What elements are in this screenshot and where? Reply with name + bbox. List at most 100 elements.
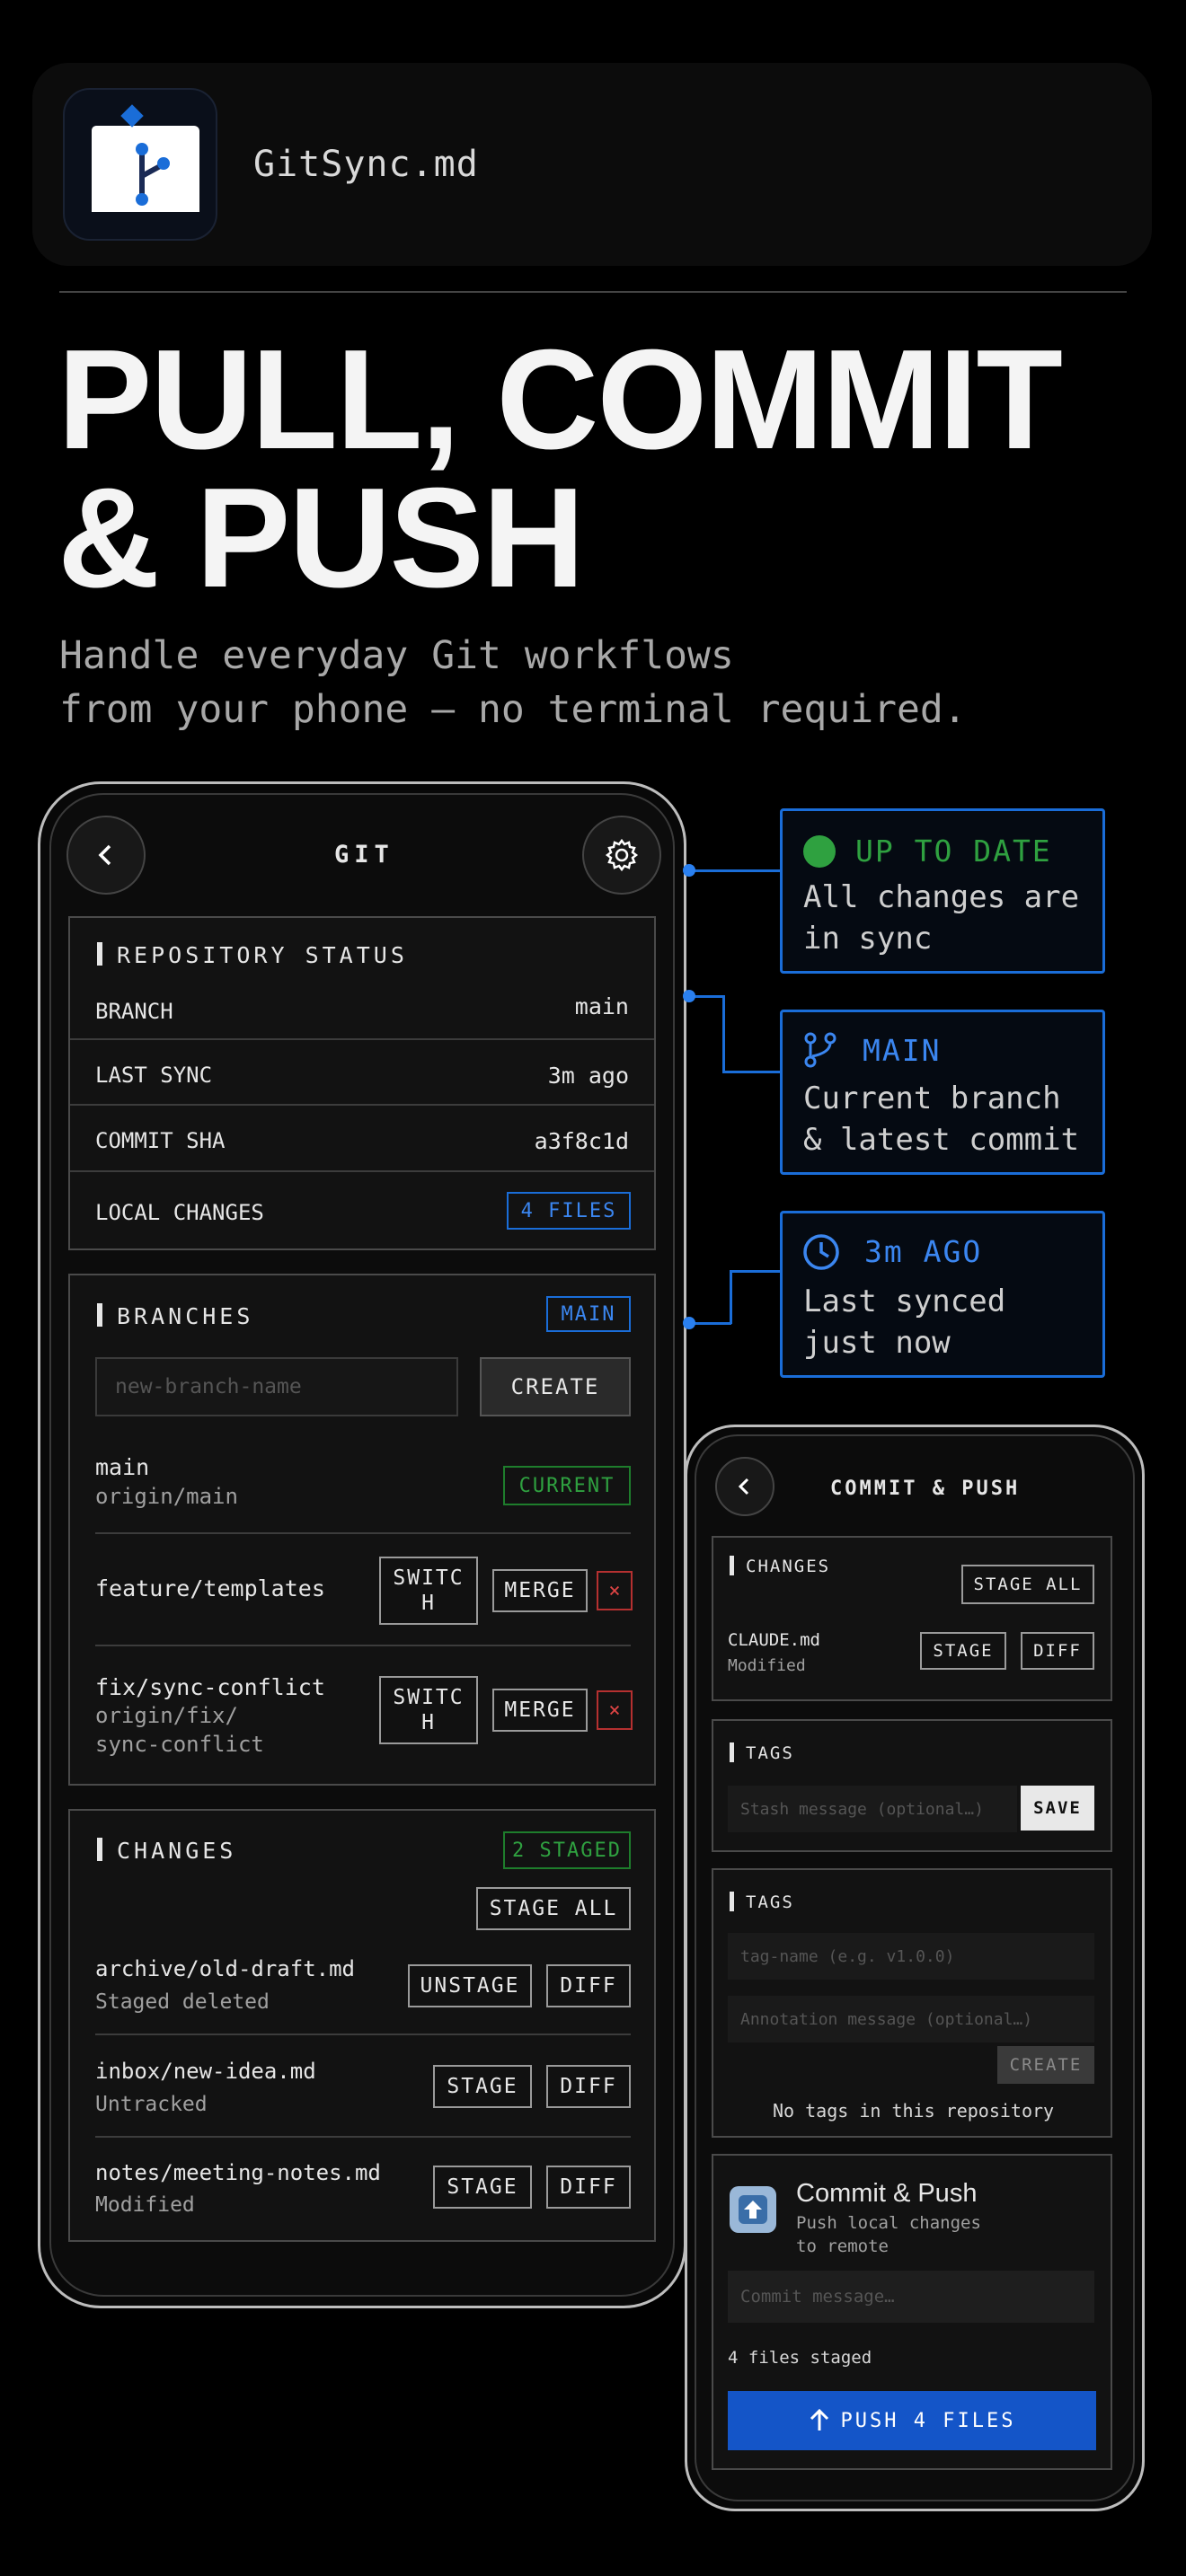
merge-branch-button[interactable]: MERGE (492, 1689, 588, 1732)
app-name: GitSync.md (253, 144, 479, 185)
settings-button[interactable] (582, 816, 661, 895)
status-value-last-sync: 3m ago (547, 1063, 629, 1089)
row-divider (95, 2136, 631, 2138)
file-status: Modified (95, 2193, 195, 2217)
connector-line (730, 1270, 732, 1324)
section-marker (97, 1303, 102, 1327)
row-divider (95, 1645, 631, 1646)
create-tag-button[interactable]: CREATE (997, 2046, 1094, 2084)
callout-body-line-2: just now (803, 1325, 951, 1361)
create-branch-button[interactable]: CREATE (480, 1357, 631, 1416)
delete-branch-button[interactable]: × (597, 1571, 633, 1610)
local-changes-badge: 4 FILES (507, 1192, 631, 1230)
stage-all-button[interactable]: STAGE ALL (961, 1565, 1094, 1604)
merge-branch-button[interactable]: MERGE (492, 1569, 588, 1612)
staged-count-badge: 2 STAGED (503, 1831, 631, 1869)
arrow-up-icon (810, 2409, 828, 2430)
headline-line-2: & PUSH (58, 459, 585, 617)
branch-name-fix-sync-conflict: fix/sync-conflict (95, 1674, 325, 1700)
push-button-label: PUSH 4 FILES (840, 2409, 1016, 2432)
switch-branch-button[interactable]: SWITC H (379, 1676, 478, 1744)
connector-line (722, 1071, 780, 1073)
headline-line-1: PULL, COMMIT (58, 321, 1063, 479)
stage-all-button[interactable]: STAGE ALL (476, 1887, 631, 1930)
row-divider (95, 1532, 631, 1534)
section-heading: BRANCHES (117, 1303, 254, 1329)
save-stash-button[interactable]: SAVE (1021, 1786, 1094, 1831)
subhead-line-1: Handle everyday Git workflows (59, 633, 734, 678)
section-heading: CHANGES (746, 1557, 831, 1576)
callout-body-line-2: & latest commit (803, 1122, 1080, 1158)
green-dot-icon (803, 835, 836, 868)
current-status-badge: CURRENT (503, 1466, 631, 1505)
section-heading: TAGS (746, 1743, 794, 1763)
diff-button[interactable]: DIFF (1021, 1632, 1094, 1670)
diff-button[interactable]: DIFF (546, 1964, 631, 2007)
callout-body: All changes are in sync (803, 877, 1100, 959)
unstage-button[interactable]: UNSTAGE (408, 1964, 532, 2007)
header-divider (59, 291, 1127, 293)
callout-body-line-2: in sync (803, 921, 933, 957)
file-status: Untracked (95, 2093, 208, 2116)
stage-button[interactable]: STAGE (920, 1632, 1006, 1670)
row-divider (70, 1170, 654, 1172)
status-label-branch: BRANCH (95, 999, 173, 1024)
file-status: Staged deleted (95, 1990, 270, 2014)
subheadline: Handle everyday Git workflows from your … (59, 629, 1137, 737)
row-divider (95, 2033, 631, 2035)
tag-name-input[interactable]: tag-name (e.g. v1.0.0) (728, 1933, 1094, 1980)
connector-dot (683, 864, 695, 877)
status-value-branch: main (574, 993, 629, 1019)
branch-icon (801, 1031, 839, 1072)
branch-remote-fix-line1: origin/fix/ (95, 1703, 238, 1728)
current-branch-badge: MAIN (546, 1296, 631, 1332)
callout-body-line-1: Last synced (803, 1284, 1006, 1319)
back-button[interactable] (66, 816, 146, 895)
callout-body: Current branch & latest commit (803, 1078, 1100, 1160)
connector-dot (683, 990, 695, 1002)
headline: PULL, COMMIT & PUSH (58, 321, 1154, 617)
switch-label-a: SWITC (393, 1566, 465, 1590)
switch-label-a: SWITC (393, 1686, 465, 1709)
connector-line (722, 995, 725, 1072)
callout-body-line-1: All changes are (803, 879, 1080, 915)
delete-branch-button[interactable]: × (597, 1690, 633, 1730)
commit-message-input[interactable]: Commit message… (728, 2271, 1094, 2323)
screen-title: COMMIT & PUSH (830, 1478, 1021, 1500)
stage-button[interactable]: STAGE (433, 2166, 532, 2209)
diff-button[interactable]: DIFF (546, 2166, 631, 2209)
branch-name-main: main (95, 1454, 150, 1480)
no-tags-message: No tags in this repository (773, 2100, 1055, 2122)
section-heading: TAGS (746, 1892, 794, 1912)
commit-push-title: Commit & Push (796, 2179, 978, 2208)
callout-title: 3m AGO (864, 1234, 983, 1269)
status-label-last-sync: LAST SYNC (95, 1063, 213, 1088)
section-heading: REPOSITORY STATUS (117, 942, 408, 968)
branch-name-feature-templates: feature/templates (95, 1575, 325, 1601)
row-divider (70, 1038, 654, 1040)
section-heading: CHANGES (117, 1838, 237, 1864)
section-marker (730, 1892, 734, 1911)
section-marker (730, 1556, 734, 1575)
connector-dot (683, 1317, 695, 1329)
connector-line (688, 869, 780, 872)
diff-button[interactable]: DIFF (546, 2065, 631, 2108)
callout-body: Last synced just now (803, 1281, 1100, 1363)
chevron-left-icon (738, 1478, 749, 1495)
section-marker (730, 1742, 734, 1762)
status-label-local-changes: LOCAL CHANGES (95, 1200, 264, 1225)
status-label-commit-sha: COMMIT SHA (95, 1128, 226, 1153)
callout-body-line-1: Current branch (803, 1081, 1061, 1116)
back-button[interactable] (715, 1457, 774, 1516)
new-branch-input[interactable]: new-branch-name (95, 1357, 458, 1416)
annotation-input[interactable]: Annotation message (optional…) (728, 1996, 1094, 2042)
file-name: notes/meeting-notes.md (95, 2160, 381, 2185)
stash-message-input[interactable]: Stash message (optional…) (728, 1786, 1017, 1832)
commit-push-subtitle-1: Push local changes (796, 2213, 981, 2233)
push-button[interactable]: PUSH 4 FILES (728, 2391, 1096, 2450)
upload-arrow-icon (730, 2186, 776, 2233)
switch-branch-button[interactable]: SWITC H (379, 1557, 478, 1625)
branch-remote-fix-line2: sync-conflict (95, 1732, 264, 1757)
stage-button[interactable]: STAGE (433, 2065, 532, 2108)
subhead-line-2: from your phone — no terminal required. (59, 687, 967, 732)
